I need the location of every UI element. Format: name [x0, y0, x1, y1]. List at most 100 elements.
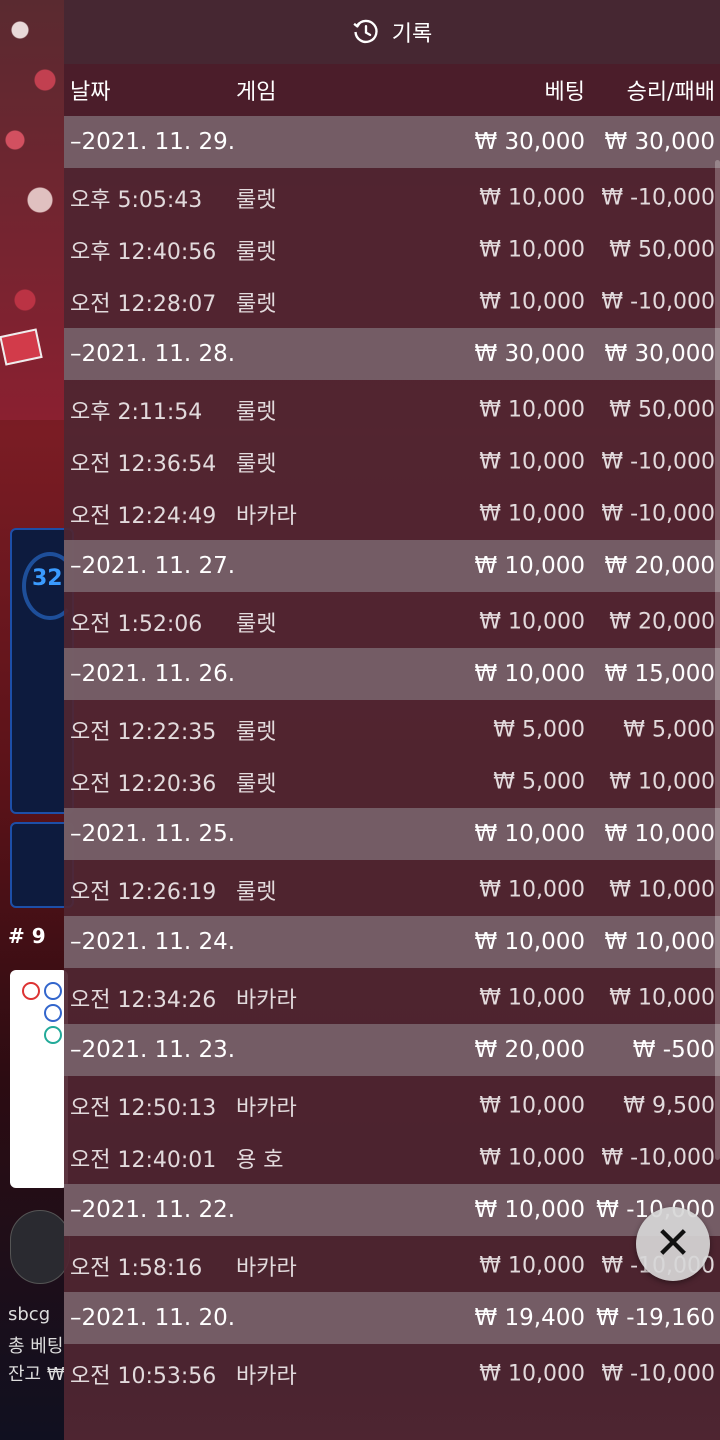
- row-bet: ₩ 10,000: [479, 1093, 585, 1119]
- row-time: 오전 12:40:01: [70, 1148, 217, 1173]
- group-win-total: ₩ -19,160: [596, 1305, 715, 1331]
- row-win: ₩ -10,000: [601, 289, 715, 315]
- date-group-row[interactable]: –2021. 11. 26. ₩ 10,000 ₩ 15,000: [64, 648, 720, 700]
- row-win: ₩ 10,000: [609, 769, 715, 795]
- background-total-bet-label: 총 베팅: [8, 1336, 64, 1357]
- group-win-total: ₩ 20,000: [604, 553, 715, 579]
- date-group-row[interactable]: –2021. 11. 22.₩ 10,000₩ -10,000: [64, 1184, 720, 1236]
- group-date: –2021. 11. 20.: [70, 1305, 236, 1331]
- date-group-row[interactable]: –2021. 11. 24. ₩ 10,000 ₩ 10,000: [64, 916, 720, 968]
- history-row[interactable]: 오전 12:26:19 룰렛 ₩ 10,000 ₩ 10,000: [64, 864, 720, 916]
- group-win-total: ₩ -500: [632, 1037, 715, 1063]
- row-game: 바카라: [236, 1096, 297, 1121]
- background-balance-label: 잔고 ₩: [8, 1364, 65, 1385]
- background-chip-button[interactable]: [10, 1210, 70, 1284]
- column-header-win: 승리/패배: [626, 80, 715, 105]
- background-user-text: sbcg: [8, 1304, 51, 1325]
- date-group-row[interactable]: –2021. 11. 23. ₩ 20,000 ₩ -500: [64, 1024, 720, 1076]
- row-game: 룰렛: [236, 880, 277, 905]
- row-win: ₩ 10,000: [609, 877, 715, 903]
- row-win: ₩ 9,500: [623, 1093, 715, 1119]
- row-time: 오전 12:36:54: [70, 452, 217, 477]
- history-row[interactable]: 오전 12:22:35 룰렛 ₩ 5,000 ₩ 5,000: [64, 704, 720, 756]
- group-date: –2021. 11. 25.: [70, 821, 236, 847]
- date-group-row[interactable]: –2021. 11. 28. ₩ 30,000 ₩ 30,000: [64, 328, 720, 380]
- row-game: 룰렛: [236, 772, 277, 797]
- date-group-row[interactable]: –2021. 11. 29. ₩ 30,000 ₩ 30,000: [64, 116, 720, 168]
- row-win: ₩ -10,000: [601, 185, 715, 211]
- row-time: 오전 12:50:13: [70, 1096, 217, 1121]
- row-bet: ₩ 10,000: [479, 1253, 585, 1279]
- row-win: ₩ -10,000: [601, 1145, 715, 1171]
- group-bet-total: ₩ 30,000: [474, 341, 585, 367]
- history-row[interactable]: 오전 12:24:49 바카라 ₩ 10,000 ₩ -10,000: [64, 488, 720, 540]
- date-group-row[interactable]: –2021. 11. 25. ₩ 10,000 ₩ 10,000: [64, 808, 720, 860]
- date-group-row[interactable]: –2021. 11. 20. ₩ 19,400 ₩ -19,160: [64, 1292, 720, 1344]
- history-row[interactable]: 오전 12:34:26 바카라 ₩ 10,000 ₩ 10,000: [64, 972, 720, 1024]
- row-bet: ₩ 10,000: [479, 501, 585, 527]
- row-game: 룰렛: [236, 400, 277, 425]
- row-game: 바카라: [236, 1256, 297, 1281]
- group-win-total: ₩ 15,000: [604, 661, 715, 687]
- group-bet-total: ₩ 10,000: [474, 929, 585, 955]
- history-icon: [353, 19, 378, 44]
- column-headers: 날짜 게임 베팅 승리/패배: [64, 64, 720, 116]
- row-bet: ₩ 10,000: [479, 985, 585, 1011]
- group-date: –2021. 11. 22.: [70, 1197, 236, 1223]
- row-bet: ₩ 10,000: [479, 1361, 585, 1387]
- group-date: –2021. 11. 27.: [70, 553, 236, 579]
- panel-title: 기록: [391, 22, 433, 47]
- row-time: 오전 10:53:56: [70, 1364, 217, 1389]
- group-win-total: ₩ 30,000: [604, 129, 715, 155]
- history-list[interactable]: –2021. 11. 29. ₩ 30,000 ₩ 30,000 오후 5:05:43…: [64, 116, 720, 1400]
- history-row[interactable]: 오후 5:05:43 룰렛 ₩ 10,000 ₩ -10,000: [64, 172, 720, 224]
- row-bet: ₩ 10,000: [479, 397, 585, 423]
- row-game: 룰렛: [236, 720, 277, 745]
- history-row[interactable]: 오후 12:40:56 룰렛 ₩ 10,000 ₩ 50,000: [64, 224, 720, 276]
- group-date: –2021. 11. 29.: [70, 129, 236, 155]
- row-game: 룰렛: [236, 292, 277, 317]
- column-header-date: 날짜: [70, 80, 111, 105]
- row-time: 오전 12:20:36: [70, 772, 217, 797]
- row-time: 오후 2:11:54: [70, 400, 203, 425]
- row-time: 오전 12:22:35: [70, 720, 217, 745]
- close-button[interactable]: ✕: [636, 1207, 710, 1281]
- history-row[interactable]: 오전 1:58:16바카라₩ 10,000₩ -10,000: [64, 1240, 720, 1292]
- group-date: –2021. 11. 28.: [70, 341, 236, 367]
- row-game: 용 호: [236, 1148, 284, 1173]
- column-header-bet: 베팅: [544, 80, 585, 105]
- history-row[interactable]: 오전 10:53:56 바카라 ₩ 10,000 ₩ -10,000: [64, 1348, 720, 1400]
- group-bet-total: ₩ 10,000: [474, 553, 585, 579]
- background-round-label: # 9: [8, 924, 46, 948]
- row-game: 룰렛: [236, 452, 277, 477]
- background-road-map: [10, 970, 68, 1188]
- group-bet-total: ₩ 10,000: [474, 661, 585, 687]
- row-game: 바카라: [236, 988, 297, 1013]
- row-win: ₩ 5,000: [623, 717, 715, 743]
- group-bet-total: ₩ 10,000: [474, 1197, 585, 1223]
- row-game: 룰렛: [236, 188, 277, 213]
- row-game: 룰렛: [236, 240, 277, 265]
- scrollbar[interactable]: [715, 160, 720, 1160]
- group-win-total: ₩ 30,000: [604, 341, 715, 367]
- row-win: ₩ 20,000: [609, 609, 715, 635]
- history-row[interactable]: 오전 12:28:07 룰렛 ₩ 10,000 ₩ -10,000: [64, 276, 720, 328]
- group-bet-total: ₩ 20,000: [474, 1037, 585, 1063]
- history-row[interactable]: 오전 12:20:36 룰렛 ₩ 5,000 ₩ 10,000: [64, 756, 720, 808]
- group-date: –2021. 11. 23.: [70, 1037, 236, 1063]
- history-row[interactable]: 오전 12:40:01 용 호 ₩ 10,000 ₩ -10,000: [64, 1132, 720, 1184]
- history-row[interactable]: 오전 12:50:13 바카라 ₩ 10,000 ₩ 9,500: [64, 1080, 720, 1132]
- date-group-row[interactable]: –2021. 11. 27. ₩ 10,000 ₩ 20,000: [64, 540, 720, 592]
- group-date: –2021. 11. 26.: [70, 661, 236, 687]
- row-bet: ₩ 10,000: [479, 449, 585, 475]
- history-row[interactable]: 오후 2:11:54 룰렛 ₩ 10,000 ₩ 50,000: [64, 384, 720, 436]
- history-row[interactable]: 오전 12:36:54 룰렛 ₩ 10,000 ₩ -10,000: [64, 436, 720, 488]
- group-bet-total: ₩ 30,000: [474, 129, 585, 155]
- history-row[interactable]: 오전 1:52:06 룰렛 ₩ 10,000 ₩ 20,000: [64, 596, 720, 648]
- row-time: 오후 5:05:43: [70, 188, 203, 213]
- row-bet: ₩ 10,000: [479, 237, 585, 263]
- row-time: 오전 12:28:07: [70, 292, 217, 317]
- row-time: 오전 1:58:16: [70, 1256, 203, 1281]
- group-bet-total: ₩ 19,400: [474, 1305, 585, 1331]
- history-panel: 기록 날짜 게임 베팅 승리/패배 –2021. 11. 29. ₩ 30,000…: [64, 0, 720, 1440]
